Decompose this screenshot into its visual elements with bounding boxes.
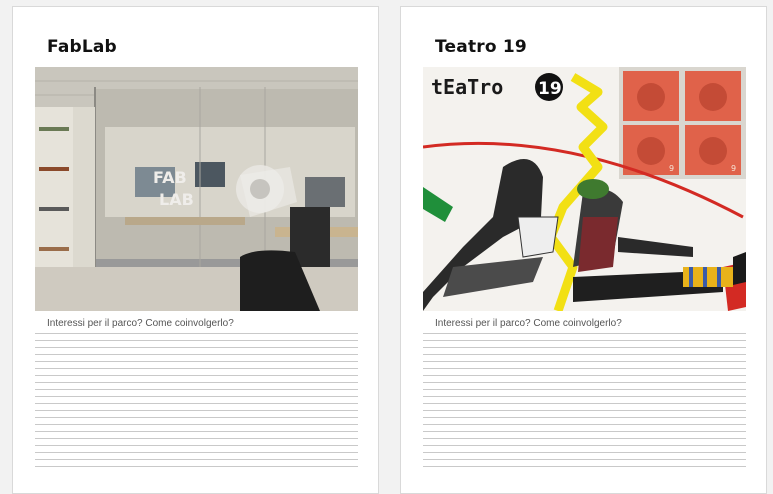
- page-teatro-19: Teatro 19 9 9 tEaTro 19 Interessi per il…: [400, 6, 767, 494]
- poster-title: tEaTro: [431, 75, 503, 99]
- fablab-photo: FAB LAB: [35, 67, 358, 311]
- svg-text:9: 9: [669, 164, 674, 173]
- writing-lines[interactable]: [423, 327, 746, 473]
- writing-lines[interactable]: [35, 327, 358, 473]
- page-fablab: FabLab FAB LAB Interessi per il parco? C…: [12, 6, 379, 494]
- poster-number: 19: [538, 79, 562, 99]
- logo-text-fab: FAB: [153, 168, 187, 187]
- svg-text:9: 9: [731, 164, 736, 173]
- page-title: FabLab: [47, 37, 117, 57]
- page-title: Teatro 19: [435, 37, 527, 57]
- logo-text-lab: LAB: [159, 190, 194, 209]
- teatro-poster: 9 9 tEaTro 19: [423, 67, 746, 311]
